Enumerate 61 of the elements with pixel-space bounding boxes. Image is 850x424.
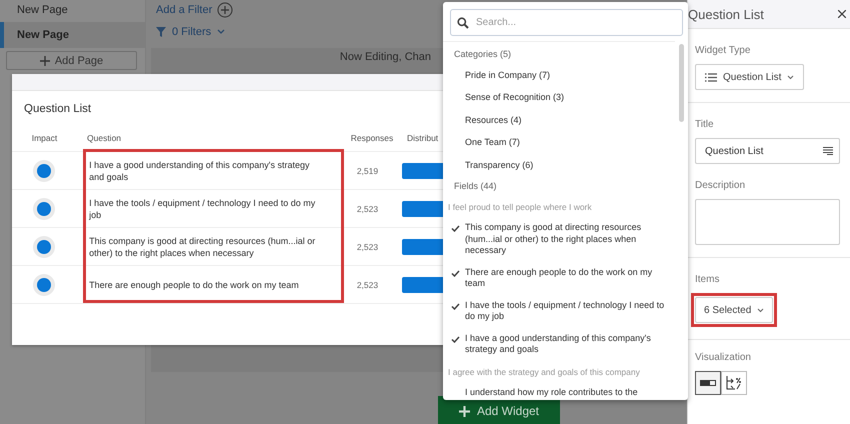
field-label: Visualization <box>695 352 752 363</box>
impact-dot-icon <box>32 272 56 296</box>
field-label: Title <box>695 119 715 130</box>
widget-type-dropdown[interactable]: Question List <box>695 64 804 90</box>
field-option[interactable]: This company is good at directing resources (hum...ial or other) to the right places when necessary <box>465 222 669 256</box>
page-tab[interactable]: New Page <box>0 0 145 22</box>
description-input[interactable] <box>695 199 840 245</box>
chevron-down-icon <box>787 74 794 80</box>
filter-icon <box>156 27 166 37</box>
field-option[interactable]: There are enough people to do the work on my team <box>465 266 669 290</box>
field-label: Items <box>695 274 720 285</box>
question-text: I have a good understanding of this company's strategy and goals <box>88 158 310 182</box>
panel-title: Question List <box>688 6 764 22</box>
question-text: There are enough people to do the work on my team <box>88 278 300 290</box>
widget-title: Question List <box>23 102 92 117</box>
chevron-down-icon <box>217 29 226 35</box>
items-dropdown[interactable]: 6 Selected <box>695 297 774 323</box>
group-header: I agree with the strategy and goals of this company <box>448 366 640 378</box>
plus-icon <box>40 56 50 66</box>
field-label: Description <box>695 180 746 191</box>
add-page-button[interactable]: Add Page <box>6 51 137 70</box>
category-option[interactable]: Pride in Company (7) <box>465 70 550 81</box>
question-text: I have the tools / equipment / technology I need to do my job <box>88 196 316 220</box>
question-text: This company is good at directing resources (hum...ial or other) to the right places when necessary <box>88 234 316 258</box>
visualization-option[interactable] <box>695 371 721 395</box>
column-header: Question <box>86 132 122 142</box>
impact-dot-icon <box>32 234 56 258</box>
percent-chart-icon <box>726 376 742 390</box>
field-label: Widget Type <box>695 45 752 56</box>
chevron-down-icon <box>757 308 764 312</box>
response-count: 2,523 <box>356 204 380 214</box>
column-header: Distribut <box>407 132 440 142</box>
search-field[interactable]: Search... <box>450 9 683 36</box>
list-icon <box>705 72 717 82</box>
group-header: I feel proud to tell people where I work <box>448 202 592 213</box>
impact-dot-icon <box>32 158 56 182</box>
field-option[interactable]: I understand how my role contributes to the <box>465 387 638 398</box>
field-option[interactable]: I have the tools / equipment / technology I need to do my job <box>465 300 669 322</box>
category-option[interactable]: One Team (7) <box>465 137 520 148</box>
response-count: 2,519 <box>356 166 380 176</box>
page-tab[interactable]: New Page <box>0 22 145 48</box>
close-icon[interactable] <box>838 10 846 18</box>
response-count: 2,523 <box>356 280 380 290</box>
section-header: Categories (5) <box>454 49 512 60</box>
add-circle-icon[interactable] <box>217 2 234 18</box>
align-icon[interactable] <box>823 147 833 155</box>
section-header: Fields (44) <box>454 181 497 192</box>
scrollbar-thumb[interactable] <box>679 44 684 122</box>
editing-status-text: Now Editing, Chan <box>340 51 431 63</box>
title-input[interactable]: Question List <box>695 138 840 164</box>
visualization-option[interactable] <box>721 371 747 395</box>
impact-dot-icon <box>32 196 56 220</box>
category-option[interactable]: Sense of Recognition (3) <box>465 92 564 104</box>
column-header: Impact <box>30 132 58 142</box>
bar-icon <box>700 380 716 386</box>
category-option[interactable]: Resources (4) <box>465 114 522 126</box>
category-option[interactable]: Transparency (6) <box>465 160 534 171</box>
column-header: Responses <box>350 132 394 142</box>
field-option[interactable]: I have a good understanding of this company's strategy and goals <box>465 332 669 356</box>
response-count: 2,523 <box>356 242 380 252</box>
plus-icon <box>458 406 470 416</box>
